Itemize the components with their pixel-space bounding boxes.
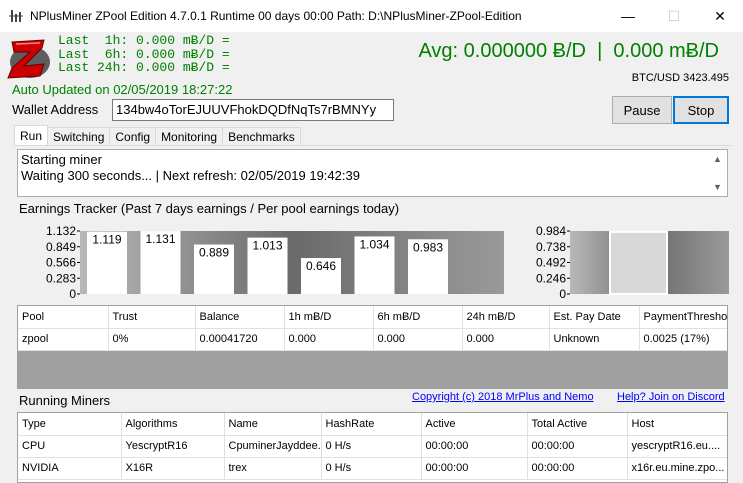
column-header[interactable]: 6h mɃ/D bbox=[373, 306, 463, 329]
data-label: 0.983 bbox=[413, 240, 443, 254]
table-cell[interactable]: trex bbox=[224, 457, 322, 480]
table-cell[interactable]: NVIDIA bbox=[18, 457, 122, 480]
table-cell[interactable]: yescryptR16.eu.... bbox=[627, 435, 727, 458]
data-label: 0.889 bbox=[199, 246, 229, 260]
column-header[interactable]: Algorithms bbox=[121, 413, 225, 436]
column-header[interactable]: 1h mɃ/D bbox=[284, 306, 374, 329]
y-tick-label: 1.132 bbox=[46, 224, 76, 238]
table-cell[interactable]: 0.000 bbox=[373, 328, 463, 351]
column-header[interactable]: Est. Pay Date bbox=[549, 306, 640, 329]
miners-grid[interactable]: Type Algorithms Name HashRate Active Tot… bbox=[17, 412, 728, 483]
y-tick-label: 0.492 bbox=[536, 256, 566, 270]
column-header[interactable]: Pool bbox=[18, 306, 109, 329]
table-cell[interactable]: 0% bbox=[108, 328, 196, 351]
column-header[interactable]: Name bbox=[224, 413, 322, 436]
data-label: 1.034 bbox=[359, 237, 389, 251]
table-row[interactable]: zpool 0% 0.00041720 0.000 0.000 0.000 Un… bbox=[18, 328, 727, 351]
table-cell[interactable]: 00:00:00 bbox=[527, 435, 628, 458]
table-cell[interactable]: 0.000 bbox=[284, 328, 374, 351]
column-header[interactable]: Type bbox=[18, 413, 122, 436]
pool-table-header: Pool Trust Balance 1h mɃ/D 6h mɃ/D 24h m… bbox=[18, 306, 727, 329]
column-header[interactable]: Total Active bbox=[527, 413, 628, 436]
earnings-charts: 1.132 0.849 0.5660.283 0 1.119 1.131 0.889 1.01… bbox=[46, 224, 729, 301]
y-tick-label: 0.849 bbox=[46, 240, 76, 254]
table-cell[interactable]: Unknown bbox=[549, 328, 640, 351]
copyright-link[interactable]: Copyright (c) 2018 MrPlus and Nemo bbox=[412, 391, 594, 403]
y-tick-label: 0.283 bbox=[46, 271, 76, 285]
column-header[interactable]: Balance bbox=[195, 306, 285, 329]
table-cell[interactable]: YescryptR16 bbox=[121, 435, 225, 458]
y-tick-label: 0 bbox=[559, 287, 566, 301]
miners-table-header: Type Algorithms Name HashRate Active Tot… bbox=[18, 413, 727, 436]
table-cell[interactable]: CPU bbox=[18, 435, 122, 458]
y-tick-label: 0 bbox=[69, 287, 76, 301]
bar bbox=[609, 230, 668, 296]
data-label: 1.119 bbox=[92, 233, 121, 247]
y-tick-label: 0.566 bbox=[46, 256, 76, 270]
column-header[interactable]: PaymentThresho bbox=[639, 306, 727, 329]
table-cell[interactable]: 0 H/s bbox=[321, 435, 422, 458]
table-cell[interactable]: 00:00:00 bbox=[527, 457, 628, 480]
data-label: 1.013 bbox=[252, 239, 282, 253]
column-header[interactable]: 24h mɃ/D bbox=[462, 306, 550, 329]
table-cell[interactable]: 0.000 bbox=[462, 328, 550, 351]
data-label: 0.646 bbox=[306, 259, 336, 273]
data-label: 1.131 bbox=[145, 232, 175, 246]
table-cell[interactable]: 0 H/s bbox=[321, 457, 422, 480]
running-miners-label: Running Miners bbox=[19, 393, 111, 408]
table-row[interactable]: NVIDIA X16R trex 0 H/s 00:00:00 00:00:00… bbox=[18, 457, 727, 480]
column-header[interactable]: Trust bbox=[108, 306, 196, 329]
y-tick-label: 0.984 bbox=[536, 224, 566, 238]
discord-link[interactable]: Help? Join on Discord bbox=[617, 391, 725, 403]
table-cell[interactable]: 0.0025 (17%) bbox=[639, 328, 727, 351]
table-cell[interactable]: CpuminerJayddee... bbox=[224, 435, 322, 458]
table-cell[interactable]: X16R bbox=[121, 457, 225, 480]
y-tick-label: 0.738 bbox=[536, 240, 566, 254]
column-header[interactable]: HashRate bbox=[321, 413, 422, 436]
table-cell[interactable]: 00:00:00 bbox=[421, 435, 528, 458]
table-cell[interactable]: x16r.eu.mine.zpo... bbox=[627, 457, 727, 480]
column-header[interactable]: Host bbox=[627, 413, 727, 436]
column-header[interactable]: Active bbox=[421, 413, 528, 436]
y-tick-label: 0.246 bbox=[536, 271, 566, 285]
pool-grid[interactable]: Pool Trust Balance 1h mɃ/D 6h mɃ/D 24h m… bbox=[17, 305, 728, 389]
table-cell[interactable]: 00:00:00 bbox=[421, 457, 528, 480]
table-row[interactable]: CPU YescryptR16 CpuminerJayddee... 0 H/s… bbox=[18, 435, 727, 458]
table-cell[interactable]: 0.00041720 bbox=[195, 328, 285, 351]
table-cell[interactable]: zpool bbox=[18, 328, 109, 351]
